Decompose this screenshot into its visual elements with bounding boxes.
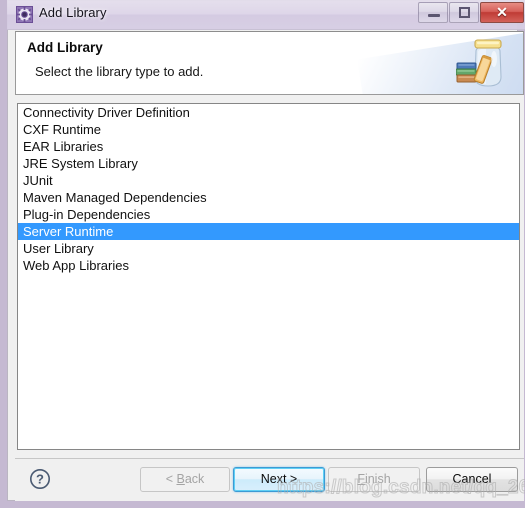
dialog-button-bar: ? < Back Next > Finish Cancel — [15, 458, 524, 501]
svg-text:?: ? — [36, 472, 44, 487]
list-item[interactable]: CXF Runtime — [18, 121, 519, 138]
list-item[interactable]: Web App Libraries — [18, 257, 519, 274]
dialog-title-text: Add Library — [39, 5, 107, 20]
help-icon[interactable]: ? — [29, 468, 51, 490]
list-item[interactable]: Connectivity Driver Definition — [18, 104, 519, 121]
list-item-selected[interactable]: Server Runtime — [18, 223, 519, 240]
dialog-title-bar[interactable]: Add Library ✕ — [7, 0, 525, 30]
desktop-background: Add Library ✕ Add Library Select the lib… — [0, 0, 525, 508]
back-button[interactable]: < Back — [140, 467, 230, 492]
list-item[interactable]: JUnit — [18, 172, 519, 189]
finish-button[interactable]: Finish — [328, 467, 420, 492]
wizard-header-description: Select the library type to add. — [35, 64, 204, 79]
maximize-icon — [459, 7, 470, 18]
dialog-body: Connectivity Driver Definition CXF Runti… — [15, 95, 524, 501]
minimize-button[interactable] — [418, 2, 448, 23]
wizard-header-title: Add Library — [27, 40, 103, 55]
add-library-dialog: Add Library ✕ Add Library Select the lib… — [0, 0, 525, 508]
close-icon: ✕ — [496, 4, 508, 20]
cancel-button[interactable]: Cancel — [426, 467, 518, 492]
list-item[interactable]: Plug-in Dependencies — [18, 206, 519, 223]
list-item[interactable]: User Library — [18, 240, 519, 257]
maximize-button[interactable] — [449, 2, 479, 23]
back-suffix: ack — [184, 472, 205, 486]
finish-suffix: inish — [364, 472, 391, 486]
back-mnemonic: B — [176, 472, 185, 486]
close-button[interactable]: ✕ — [480, 2, 524, 23]
back-prefix: < — [165, 472, 177, 486]
wizard-gear-icon — [16, 6, 33, 23]
list-item[interactable]: JRE System Library — [18, 155, 519, 172]
finish-mnemonic: F — [357, 472, 365, 486]
jar-with-books-icon — [456, 39, 502, 87]
minimize-icon — [428, 14, 440, 17]
next-button[interactable]: Next > — [233, 467, 325, 492]
list-item[interactable]: Maven Managed Dependencies — [18, 189, 519, 206]
wizard-header: Add Library Select the library type to a… — [15, 31, 524, 95]
library-type-list[interactable]: Connectivity Driver Definition CXF Runti… — [17, 103, 520, 450]
list-item[interactable]: EAR Libraries — [18, 138, 519, 155]
